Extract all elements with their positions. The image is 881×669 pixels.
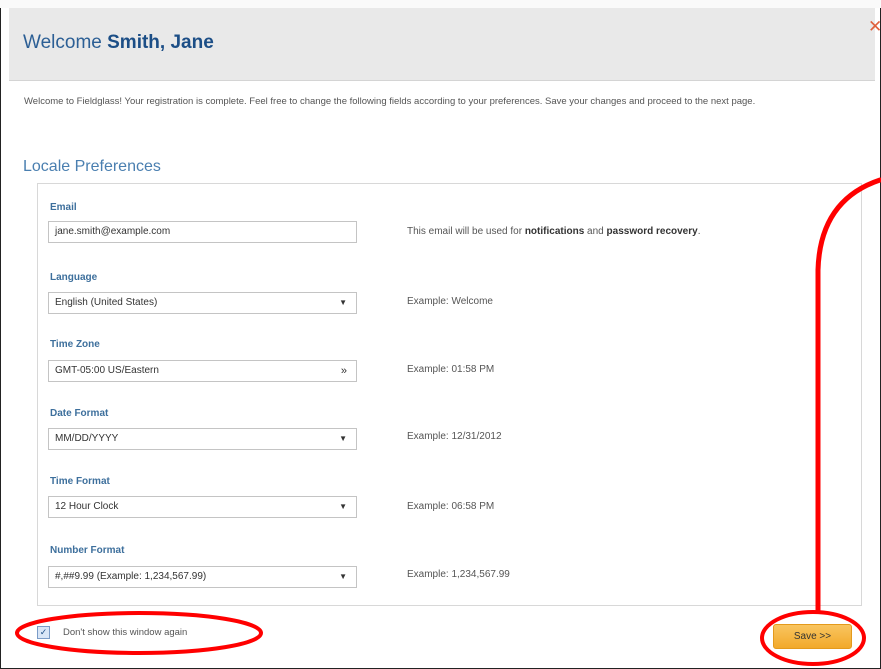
annotation-overlay (15, 177, 881, 666)
annotation-arrow-line (815, 177, 881, 613)
annotation-circle-checkbox (15, 611, 263, 655)
annotation-circle-save (760, 610, 866, 666)
